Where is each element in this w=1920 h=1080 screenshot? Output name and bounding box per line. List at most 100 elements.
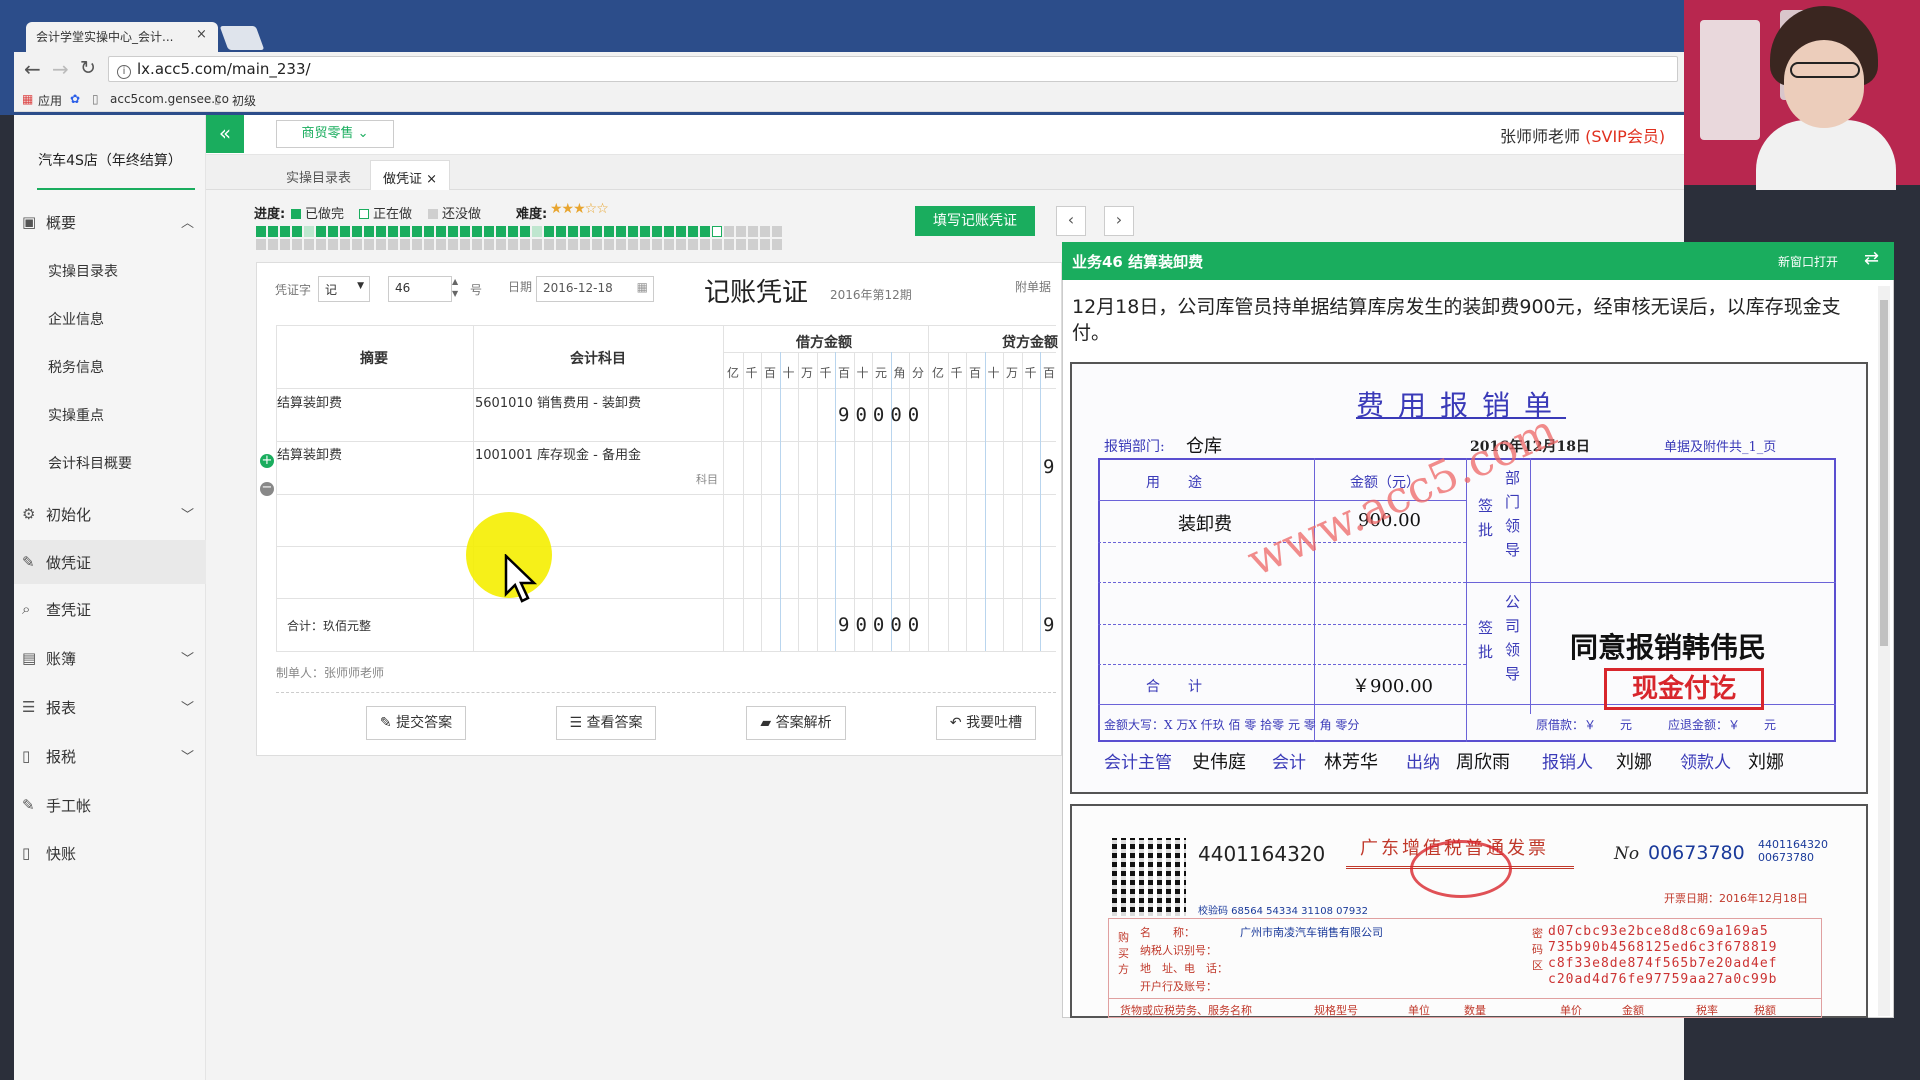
progress-cell[interactable] <box>496 239 506 250</box>
progress-cell[interactable] <box>448 239 458 250</box>
next-task-button[interactable]: › <box>1104 206 1134 236</box>
sidebar-sub-tax-info[interactable]: 税务信息 <box>14 346 206 386</box>
progress-cell[interactable] <box>592 226 602 237</box>
row2-credit[interactable]: 9 <box>1043 456 1060 478</box>
apps-grid-icon[interactable]: ▦ <box>22 92 33 106</box>
close-icon[interactable]: × <box>426 172 437 187</box>
scrollbar-thumb[interactable] <box>1880 300 1888 646</box>
progress-cell[interactable] <box>616 226 626 237</box>
sidebar-item-ledger[interactable]: ▤ 账簿 ﹀ <box>14 636 206 680</box>
progress-cell[interactable] <box>328 239 338 250</box>
progress-cell[interactable] <box>544 239 554 250</box>
progress-cell[interactable] <box>628 226 638 237</box>
bookmark-gensee[interactable]: acc5com.gensee.co <box>110 92 229 106</box>
progress-cell[interactable] <box>640 239 650 250</box>
progress-cell[interactable] <box>436 239 446 250</box>
back-arrow-icon[interactable]: ← <box>24 57 41 81</box>
bookmark-apps[interactable]: 应用 <box>38 92 62 109</box>
sidebar-item-quick[interactable]: ▯ 快账 <box>14 831 206 875</box>
progress-cell[interactable] <box>652 239 662 250</box>
sidebar-item-view-voucher[interactable]: ⌕ 查凭证 <box>14 587 206 631</box>
progress-cell[interactable] <box>508 226 518 237</box>
progress-cell[interactable] <box>304 226 314 237</box>
progress-cell[interactable] <box>700 226 710 237</box>
progress-cell[interactable] <box>652 226 662 237</box>
progress-cell[interactable] <box>724 239 734 250</box>
progress-cell[interactable] <box>388 239 398 250</box>
number-stepper[interactable]: ▲ ▼ <box>452 276 464 302</box>
progress-cell[interactable] <box>568 226 578 237</box>
calendar-icon[interactable]: ▦ <box>637 280 648 294</box>
progress-cell[interactable] <box>376 226 386 237</box>
row2-account[interactable]: 1001001 库存现金 - 备用金 <box>475 444 641 463</box>
progress-cell[interactable] <box>748 239 758 250</box>
progress-cell[interactable] <box>400 239 410 250</box>
progress-cell[interactable] <box>364 239 374 250</box>
sidebar-item-summary[interactable]: ▣ 概要 ︿ <box>14 200 206 244</box>
progress-cell[interactable] <box>592 239 602 250</box>
progress-cell[interactable] <box>556 226 566 237</box>
progress-cell[interactable] <box>352 226 362 237</box>
voucher-word-select[interactable]: 记 ▼ <box>318 276 370 302</box>
progress-cell[interactable] <box>616 239 626 250</box>
progress-cell[interactable] <box>316 239 326 250</box>
feedback-button[interactable]: ↶ 我要吐槽 <box>936 706 1036 740</box>
progress-cell[interactable] <box>340 226 350 237</box>
progress-cell[interactable] <box>484 226 494 237</box>
progress-cell[interactable] <box>436 226 446 237</box>
progress-cell[interactable] <box>376 239 386 250</box>
progress-cell[interactable] <box>364 226 374 237</box>
fill-voucher-button[interactable]: 填写记账凭证 <box>915 206 1035 236</box>
progress-cell[interactable] <box>484 239 494 250</box>
progress-cell[interactable] <box>556 239 566 250</box>
progress-cell[interactable] <box>256 239 266 250</box>
browser-tab[interactable]: 会计学堂实操中心_会计... <box>26 22 218 52</box>
progress-cell[interactable] <box>772 226 782 237</box>
tab-catalog[interactable]: 实操目录表 <box>274 160 363 190</box>
progress-cell[interactable] <box>268 226 278 237</box>
progress-cell[interactable] <box>772 239 782 250</box>
progress-cell[interactable] <box>688 239 698 250</box>
row2-summary[interactable]: 结算装卸费 <box>277 444 342 463</box>
progress-cell[interactable] <box>472 226 482 237</box>
answer-analysis-button[interactable]: ▰ 答案解析 <box>746 706 846 740</box>
sidebar-sub-accounts[interactable]: 会计科目概要 <box>14 442 206 482</box>
submit-answer-button[interactable]: ✎ 提交答案 <box>366 706 466 740</box>
user-info[interactable]: 张师师老师 (SVIP会员) <box>1500 123 1665 147</box>
progress-cell[interactable] <box>604 226 614 237</box>
progress-cell[interactable] <box>340 239 350 250</box>
row1-debit[interactable]: 90000 <box>838 404 925 426</box>
progress-cell[interactable] <box>628 239 638 250</box>
bookmark-chuji[interactable]: 初级 <box>232 92 256 109</box>
row1-summary[interactable]: 结算装卸费 <box>277 392 342 411</box>
progress-cell[interactable] <box>448 226 458 237</box>
progress-cell[interactable] <box>676 239 686 250</box>
progress-cell[interactable] <box>424 239 434 250</box>
sidebar-item-reports[interactable]: ☰ 报表 ﹀ <box>14 685 206 729</box>
address-bar[interactable]: i lx.acc5.com/main_233/ <box>108 56 1678 82</box>
sidebar-sub-company-info[interactable]: 企业信息 <box>14 298 206 338</box>
progress-cell[interactable] <box>544 226 554 237</box>
progress-cell[interactable] <box>712 226 722 237</box>
progress-cell[interactable] <box>688 226 698 237</box>
row1-account[interactable]: 5601010 销售费用 - 装卸费 <box>475 392 641 411</box>
progress-cell[interactable] <box>268 239 278 250</box>
progress-cell[interactable] <box>472 239 482 250</box>
forward-arrow-icon[interactable]: → <box>52 57 69 81</box>
progress-cell[interactable] <box>304 239 314 250</box>
progress-cell[interactable] <box>412 226 422 237</box>
progress-cell[interactable] <box>736 226 746 237</box>
progress-cell[interactable] <box>676 226 686 237</box>
progress-cell[interactable] <box>700 239 710 250</box>
progress-cell[interactable] <box>508 239 518 250</box>
progress-cell[interactable] <box>292 239 302 250</box>
progress-cell[interactable] <box>568 239 578 250</box>
sidebar-sub-key-points[interactable]: 实操重点 <box>14 394 206 434</box>
sidebar-sub-catalog[interactable]: 实操目录表 <box>14 250 206 290</box>
progress-cell[interactable] <box>712 239 722 250</box>
sidebar-item-init[interactable]: ⚙ 初始化 ﹀ <box>14 492 206 536</box>
progress-cell[interactable] <box>760 239 770 250</box>
progress-cell[interactable] <box>280 226 290 237</box>
progress-cell[interactable] <box>580 226 590 237</box>
sidebar-item-tax[interactable]: ▯ 报税 ﹀ <box>14 734 206 778</box>
